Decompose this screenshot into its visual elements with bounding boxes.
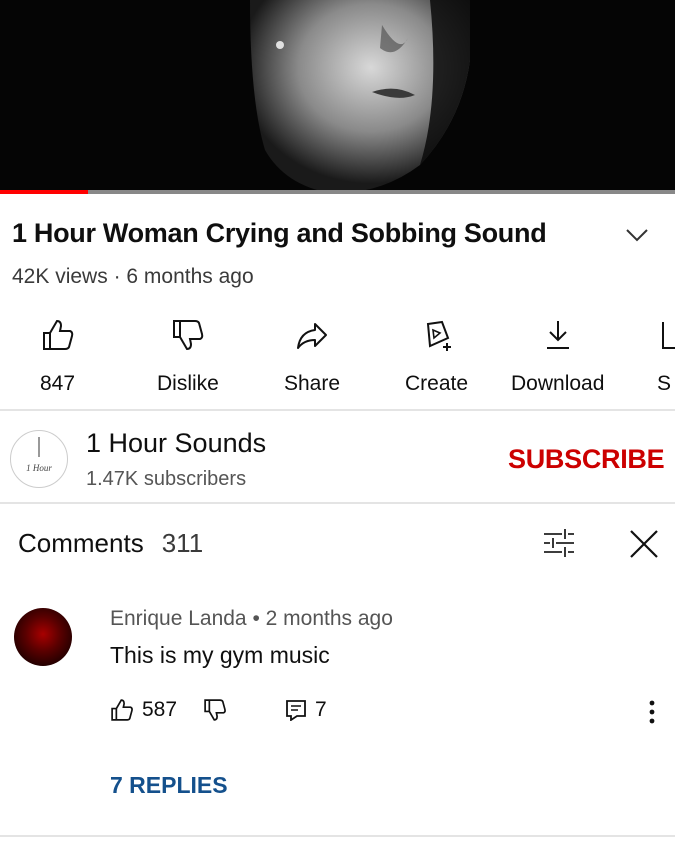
avatar[interactable]: [14, 608, 72, 666]
comment-like-button[interactable]: 587: [110, 698, 177, 722]
comment-text: This is my gym music: [110, 642, 330, 668]
save-label: S: [657, 372, 672, 395]
channel-avatar-logo-text: 1 Hour: [26, 463, 52, 473]
channel-name[interactable]: 1 Hour Sounds: [86, 428, 266, 459]
share-label: Share: [284, 372, 341, 395]
comment-like-count: 587: [142, 698, 178, 721]
comment-meta: Enrique Landa • 2 months ago: [110, 607, 393, 631]
upload-age: 6 months ago: [126, 265, 254, 288]
create-icon: [426, 320, 451, 351]
comments-count: 311: [161, 528, 204, 558]
channel-avatar[interactable]: 1 Hour: [10, 430, 68, 488]
save-icon: [662, 322, 675, 349]
dislike-button[interactable]: Dislike: [157, 318, 219, 396]
download-label: Download: [511, 372, 605, 395]
subscriber-count: 1.47K subscribers: [86, 468, 247, 490]
comment-author[interactable]: Enrique Landa: [110, 607, 247, 630]
thumbs-down-icon: [172, 320, 204, 351]
comment-dislike-button[interactable]: [203, 698, 227, 722]
close-icon[interactable]: [628, 528, 660, 565]
more-options-icon[interactable]: [646, 698, 658, 731]
share-button[interactable]: Share: [284, 318, 340, 396]
subscribe-button[interactable]: SUBSCRIBE: [508, 444, 665, 475]
sort-icon[interactable]: [542, 526, 576, 565]
like-button[interactable]: 847: [40, 318, 75, 396]
comments-label: Comments: [18, 528, 144, 558]
comment-age: 2 months ago: [265, 607, 393, 630]
save-button[interactable]: S: [657, 318, 675, 396]
thumbs-up-icon: [111, 699, 133, 721]
share-icon: [297, 323, 328, 349]
divider: [0, 409, 675, 411]
download-icon: [546, 321, 569, 349]
video-title: 1 Hour Woman Crying and Sobbing Sound: [12, 218, 547, 248]
comment-actions: 587 7: [110, 698, 327, 722]
like-count: 847: [40, 372, 76, 395]
divider: [0, 502, 675, 504]
divider: [0, 835, 675, 837]
meta-separator: ·: [113, 265, 127, 288]
comment-reply-count: 7: [315, 698, 327, 721]
thumbs-up-icon: [42, 319, 73, 350]
download-button[interactable]: Download: [511, 318, 604, 396]
chevron-down-icon[interactable]: [624, 222, 650, 253]
video-meta: 42K views · 6 months ago: [12, 265, 254, 289]
create-button[interactable]: Create: [405, 318, 468, 396]
comments-header: Comments 311: [18, 528, 203, 559]
meta-separator: •: [252, 607, 266, 630]
view-count: 42K views: [12, 265, 108, 288]
thumbs-down-icon: [204, 699, 226, 721]
video-progress-fill: [0, 190, 88, 194]
video-thumbnail: [0, 0, 675, 193]
reply-icon: [286, 700, 306, 721]
view-replies-button[interactable]: 7 REPLIES: [110, 772, 228, 799]
video-player[interactable]: [0, 0, 675, 193]
comment-reply-button[interactable]: 7: [285, 698, 327, 722]
earring: [276, 41, 284, 49]
video-progress-bar[interactable]: [0, 190, 675, 194]
dislike-label: Dislike: [157, 372, 219, 395]
create-label: Create: [405, 372, 469, 395]
